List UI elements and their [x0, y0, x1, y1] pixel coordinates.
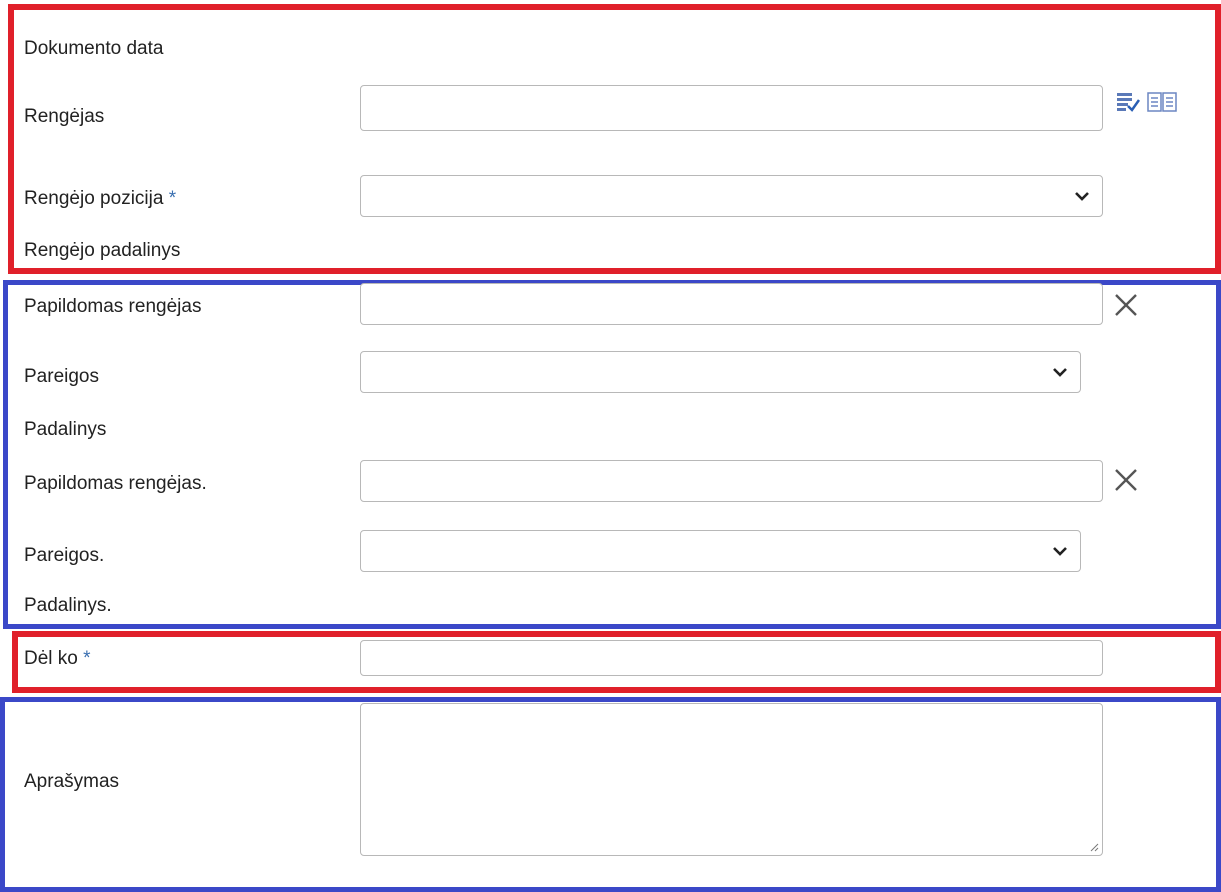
additional-author-input-1[interactable] — [360, 283, 1103, 325]
list-check-icon[interactable] — [1116, 91, 1141, 113]
close-icon[interactable] — [1113, 467, 1139, 493]
author-division-label: Rengėjo padalinys — [24, 240, 181, 261]
additional-author-label-2: Papildomas rengėjas. — [24, 473, 207, 494]
reason-input[interactable] — [360, 640, 1103, 676]
author-input[interactable] — [360, 85, 1103, 131]
additional-author-label-1: Papildomas rengėjas — [24, 296, 202, 317]
close-icon[interactable] — [1113, 292, 1139, 318]
division-label-2: Padalinys. — [24, 595, 112, 616]
highlight-frame-author — [8, 4, 1221, 274]
duties-select-1[interactable] — [360, 351, 1081, 393]
chevron-down-icon — [1075, 192, 1089, 201]
author-label: Rengėjas — [24, 106, 105, 127]
reason-label-text: Dėl ko — [24, 648, 78, 669]
document-date-label: Dokumento data — [24, 38, 164, 59]
author-position-select[interactable] — [360, 175, 1103, 217]
author-position-label: Rengėjo pozicija * — [24, 188, 176, 210]
author-position-label-text: Rengėjo pozicija — [24, 188, 164, 209]
description-label: Aprašymas — [24, 771, 120, 792]
required-asterisk: * — [168, 188, 177, 209]
duties-select-2[interactable] — [360, 530, 1081, 572]
division-label-1: Padalinys — [24, 419, 107, 440]
highlight-frame-additional-authors — [3, 280, 1221, 629]
duties-label-2: Pareigos. — [24, 545, 105, 566]
description-textarea[interactable] — [360, 703, 1103, 856]
resize-grip-icon[interactable] — [1089, 842, 1099, 852]
reason-label: Dėl ko * — [24, 648, 91, 670]
additional-author-input-2[interactable] — [360, 460, 1103, 502]
required-asterisk: * — [83, 648, 91, 669]
duties-label-1: Pareigos — [24, 366, 99, 387]
chevron-down-icon — [1053, 547, 1067, 556]
book-icon[interactable] — [1147, 91, 1181, 113]
chevron-down-icon — [1053, 368, 1067, 377]
